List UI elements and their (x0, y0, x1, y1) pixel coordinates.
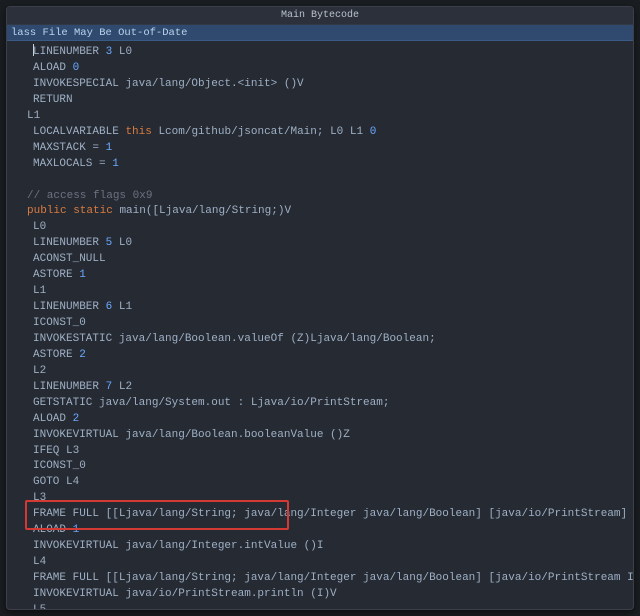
code-line: GETSTATIC java/lang/System.out : Ljava/i… (9, 396, 631, 412)
code-line: ASTORE 2 (9, 348, 631, 364)
code-line: GOTO L4 (9, 475, 631, 491)
code-label: L1 (9, 284, 631, 300)
code-line: ALOAD 2 (9, 412, 631, 428)
code-line: LOCALVARIABLE this Lcom/github/jsoncat/M… (9, 125, 631, 141)
blank-line (9, 173, 631, 189)
code-label: L1 (9, 109, 631, 125)
code-line: ALOAD 0 (9, 61, 631, 77)
code-line: ACONST_NULL (9, 252, 631, 268)
code-line: FRAME FULL [[Ljava/lang/String; java/lan… (9, 507, 631, 523)
code-line: INVOKESPECIAL java/lang/Object.<init> ()… (9, 77, 631, 93)
code-label: L5 (9, 603, 631, 609)
code-label: L3 (9, 491, 631, 507)
code-comment: // access flags 0x9 (9, 189, 631, 205)
code-line: ICONST_0 (9, 459, 631, 475)
code-label: L0 (9, 220, 631, 236)
code-line: INVOKESTATIC java/lang/Boolean.valueOf (… (9, 332, 631, 348)
code-line: LINENUMBER 7 L2 (9, 380, 631, 396)
code-line: LINENUMBER 5 L0 (9, 236, 631, 252)
code-line: MAXSTACK = 1 (9, 141, 631, 157)
code-line: IFEQ L3 (9, 444, 631, 460)
code-line: RETURN (9, 93, 631, 109)
code-line: ALOAD 1 (9, 523, 631, 539)
code-line: public static main([Ljava/lang/String;)V (9, 204, 631, 220)
highlighted-line: INVOKEVIRTUAL java/lang/Integer.intValue… (9, 539, 631, 555)
code-line: MAXLOCALS = 1 (9, 157, 631, 173)
code-line: FRAME FULL [[Ljava/lang/String; java/lan… (9, 571, 631, 587)
code-line: ASTORE 1 (9, 268, 631, 284)
code-label: L2 (9, 364, 631, 380)
code-line: ICONST_0 (9, 316, 631, 332)
editor-window: Main Bytecode lass File May Be Out-of-Da… (6, 6, 634, 610)
bytecode-view[interactable]: LINENUMBER 3 L0 ALOAD 0 INVOKESPECIAL ja… (7, 41, 633, 609)
window-title: Main Bytecode (7, 7, 633, 25)
code-line: INVOKEVIRTUAL java/lang/Boolean.booleanV… (9, 428, 631, 444)
code-line: LINENUMBER 3 L0 (9, 44, 631, 61)
code-line: INVOKEVIRTUAL java/io/PrintStream.printl… (9, 587, 631, 603)
code-line: LINENUMBER 6 L1 (9, 300, 631, 316)
code-label: L4 (9, 555, 631, 571)
warning-banner[interactable]: lass File May Be Out-of-Date (7, 25, 633, 41)
